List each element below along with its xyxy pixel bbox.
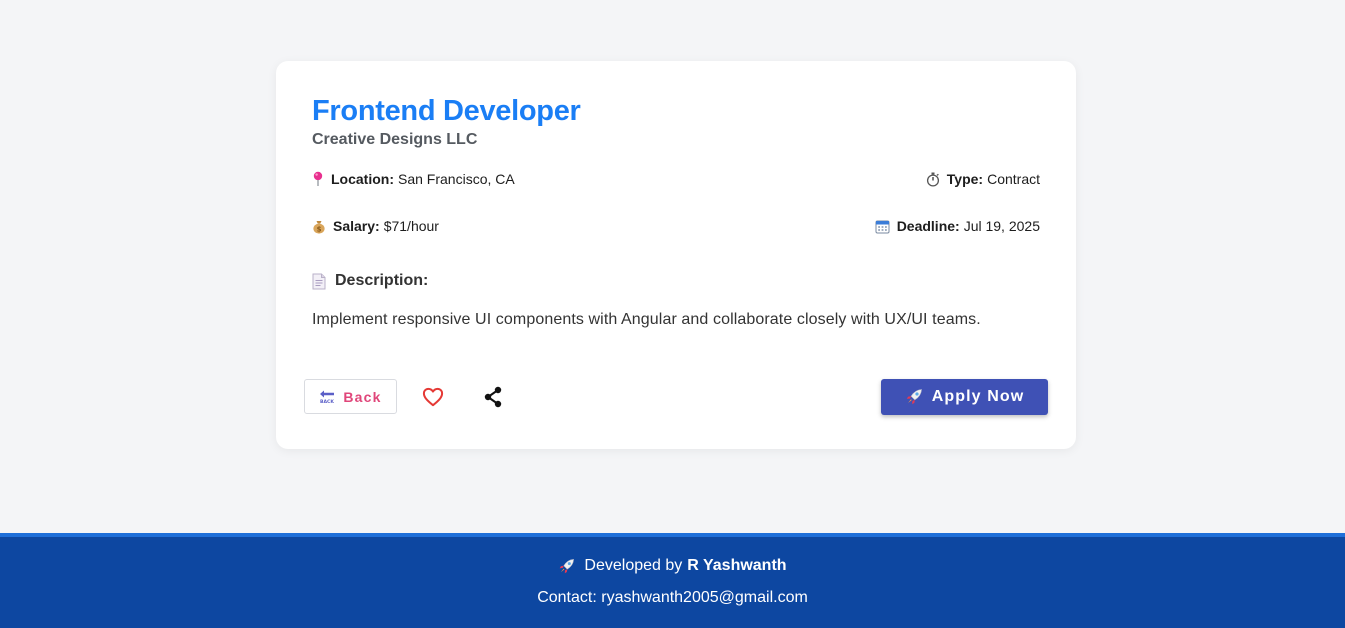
share-icon [483,386,503,408]
job-location: Location: San Francisco, CA [312,171,515,187]
apply-now-button[interactable]: Apply Now [881,379,1048,415]
back-button-label: Back [343,388,382,405]
page: Frontend Developer Creative Designs LLC … [0,0,1345,628]
heart-icon [422,387,444,407]
salary-label: Salary: [333,218,380,234]
description-heading: Description: [312,272,428,290]
pushpin-icon [312,171,324,187]
footer: Developed by R Yashwanth Contact: ryashw… [0,533,1345,628]
rocket-icon [558,558,575,575]
description-label: Description: [335,272,429,289]
job-type: Type: Contract [926,171,1040,187]
svg-text:$: $ [317,225,322,233]
rocket-icon [905,388,923,406]
location-value: San Francisco, CA [398,171,515,187]
deadline-value: Jul 19, 2025 [963,218,1040,234]
job-details-card: Frontend Developer Creative Designs LLC … [276,61,1076,449]
stopwatch-icon [926,172,940,187]
favorite-button[interactable] [415,379,451,415]
share-button[interactable] [475,379,511,415]
company-name: Creative Designs LLC [312,131,478,148]
author-name: R Yashwanth [687,557,787,574]
money-bag-icon: $ [312,219,326,234]
job-title: Frontend Developer [312,95,581,127]
job-deadline: Deadline: Jul 19, 2025 [875,218,1040,234]
back-arrow-icon: BACK [319,390,335,404]
job-description: Implement responsive UI components with … [312,311,981,328]
apply-now-label: Apply Now [931,388,1025,405]
deadline-label: Deadline: [896,218,960,234]
job-salary: $ Salary: $71/hour [312,218,439,234]
developed-by-text: Developed by [584,557,683,574]
page-icon [312,273,326,290]
type-label: Type: [946,171,984,187]
back-button[interactable]: BACK Back [304,379,397,414]
calendar-icon [875,219,890,234]
svg-text:BACK: BACK [320,399,334,404]
type-value: Contract [987,171,1040,187]
footer-credit: Developed by R Yashwanth [0,557,1345,575]
salary-value: $71/hour [383,218,439,234]
footer-contact: Contact: ryashwanth2005@gmail.com [537,589,808,606]
location-label: Location: [331,171,394,187]
